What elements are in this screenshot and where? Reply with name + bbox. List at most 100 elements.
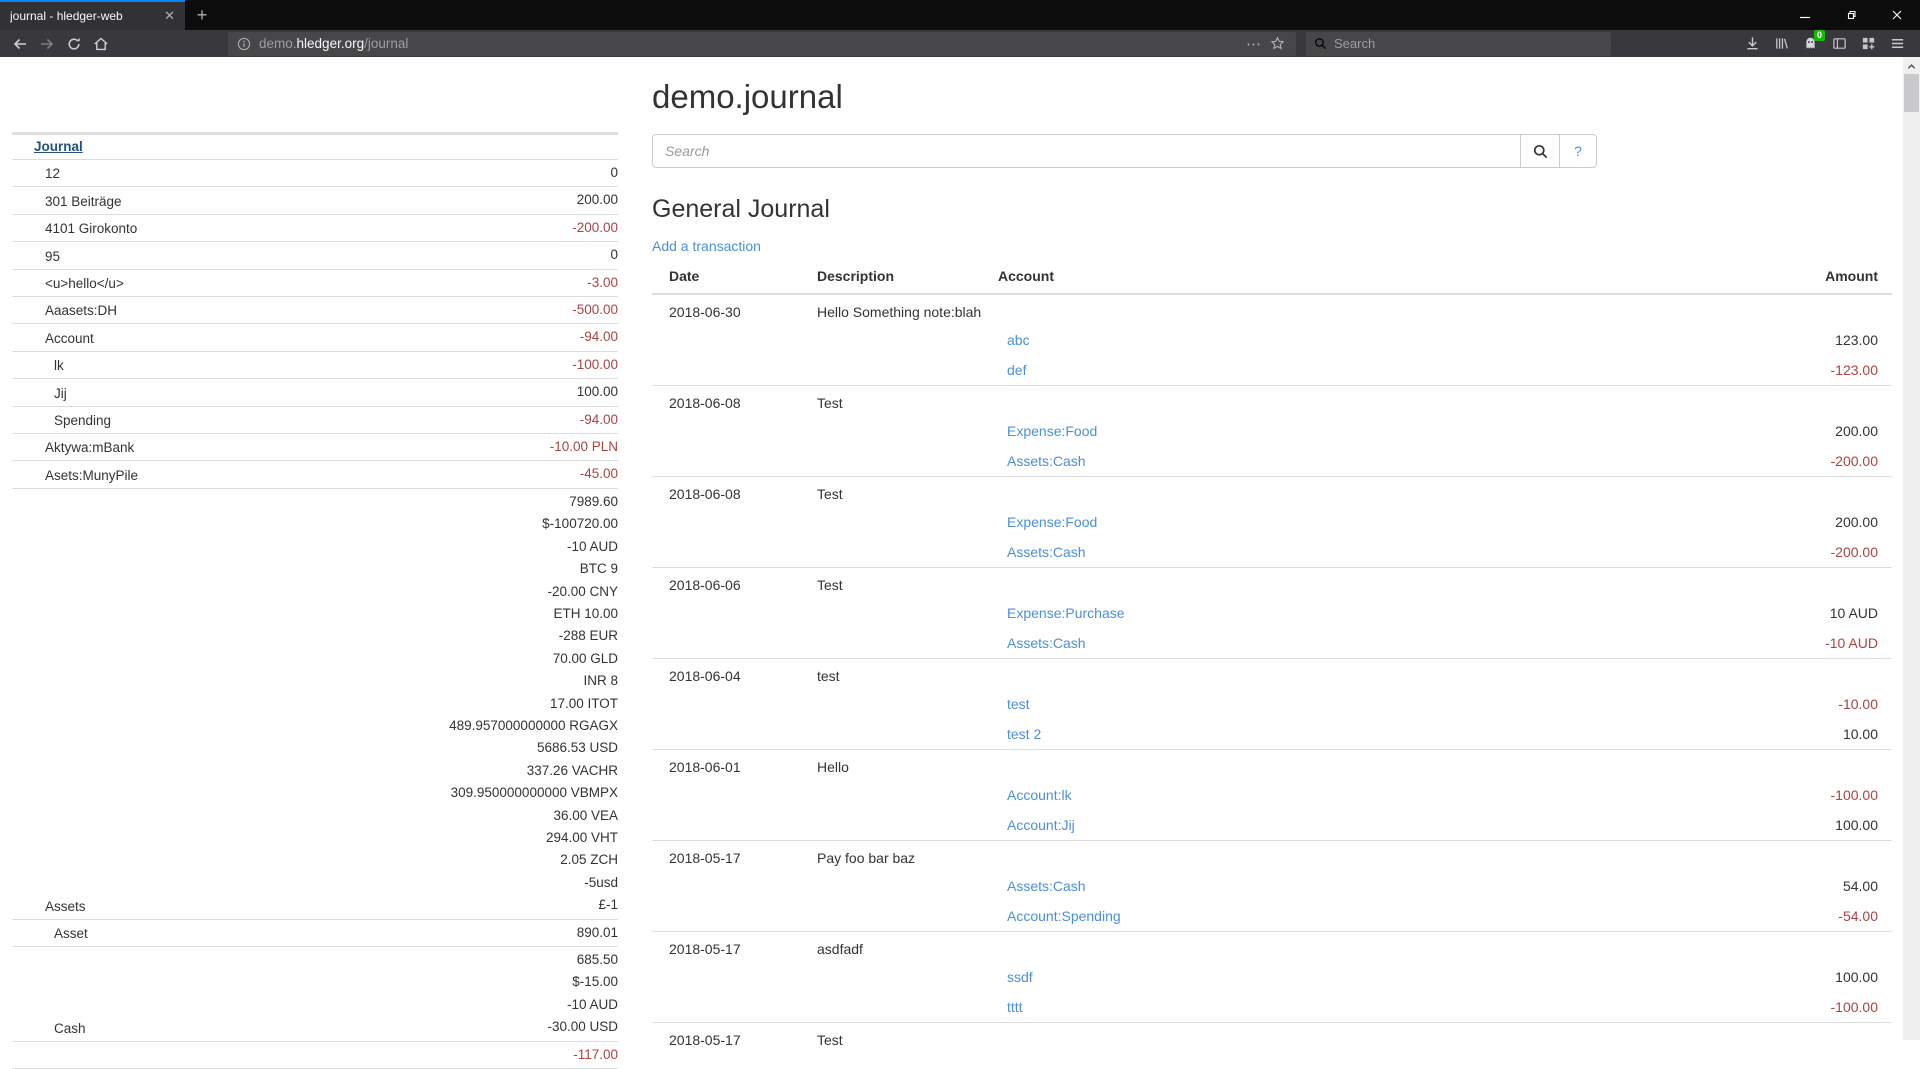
transaction: 2018-05-17asdfadfssdf100.00tttt-100.00 <box>652 932 1892 1023</box>
sidebar-account-balance: -3.00 <box>587 272 618 294</box>
transaction-head-row[interactable]: 2018-06-04test <box>652 659 1892 690</box>
posting-amount: -200.00 <box>1831 453 1878 469</box>
sidebar-account-row: Aktywa:mBank-10.00 PLN <box>12 434 618 461</box>
sidebar-journal-link[interactable]: Journal <box>12 137 83 157</box>
url-bar[interactable]: demo.hledger.org/journal ⋯ <box>228 32 1296 56</box>
browser-toolbar: demo.hledger.org/journal ⋯ Search 0 <box>0 30 1920 57</box>
search-help-button[interactable]: ? <box>1559 134 1597 168</box>
posting-account-link[interactable]: Assets:Cash <box>1007 544 1086 560</box>
sidebar-toggle-button[interactable] <box>1825 32 1854 55</box>
transaction-head-row[interactable]: 2018-05-17Pay foo bar baz <box>652 841 1892 872</box>
sidebar-account-row: 301 Beiträge200.00 <box>12 187 618 214</box>
home-button[interactable] <box>87 32 114 55</box>
balance-amount: 890.01 <box>577 922 618 944</box>
library-button[interactable] <box>1767 32 1796 55</box>
scrollbar-thumb[interactable] <box>1904 74 1919 112</box>
minimize-button[interactable] <box>1782 0 1828 30</box>
new-tab-button[interactable]: + <box>185 0 219 30</box>
transaction-date: 2018-06-08 <box>652 386 817 417</box>
posting-account-link[interactable]: def <box>1007 362 1026 378</box>
browser-tab[interactable]: journal - hledger-web ✕ <box>0 0 185 30</box>
browser-search-bar[interactable]: Search <box>1306 32 1611 56</box>
downloads-button[interactable] <box>1738 32 1767 55</box>
sidebar-account-link[interactable]: Spending <box>12 411 111 431</box>
transaction-description: Test <box>817 1023 998 1054</box>
ghostery-extension-button[interactable]: 0 <box>1796 32 1825 55</box>
sidebar-account-link[interactable]: 301 Beiträge <box>12 192 122 212</box>
forward-button[interactable] <box>33 32 60 55</box>
transaction-head-row[interactable]: 2018-05-17Test <box>652 1023 1892 1054</box>
posting-account-link[interactable]: Account:lk <box>1007 787 1072 803</box>
transaction: 2018-06-30Hello Something note:blahabc12… <box>652 294 1892 386</box>
journal-search-input[interactable] <box>652 134 1521 168</box>
balance-amount: -20.00 CNY <box>449 581 618 603</box>
hamburger-icon <box>1890 36 1905 51</box>
transaction-head-row[interactable]: 2018-06-08Test <box>652 477 1892 508</box>
transaction-head-row[interactable]: 2018-05-17asdfadf <box>652 932 1892 963</box>
reload-button[interactable] <box>60 32 87 55</box>
col-date: Date <box>652 262 817 294</box>
sidebar-account-link[interactable]: Assets <box>12 897 86 917</box>
transaction-head-row[interactable]: 2018-06-08Test <box>652 386 1892 417</box>
tab-close-icon[interactable]: ✕ <box>162 8 177 24</box>
sidebar-account-row: Spending-94.00 <box>12 407 618 434</box>
bookmark-star-icon[interactable] <box>1268 36 1287 51</box>
transaction-head-row[interactable]: 2018-06-06Test <box>652 568 1892 599</box>
browser-tab-bar: journal - hledger-web ✕ + <box>0 0 1920 30</box>
sidebar-account-link[interactable]: 4101 Girokonto <box>12 219 137 239</box>
balance-amount: -94.00 <box>580 326 618 348</box>
toolbar-icons: 0 <box>1738 32 1914 55</box>
sidebar-account-row: lk-100.00 <box>12 352 618 379</box>
sidebar-toggle-icon <box>1832 36 1847 51</box>
posting-account-link[interactable]: Assets:Cash <box>1007 878 1086 894</box>
posting-row: Expense:Food200.00 <box>652 507 1892 537</box>
extensions-grid-button[interactable] <box>1854 32 1883 55</box>
page-actions-icon[interactable]: ⋯ <box>1240 35 1268 53</box>
transaction-head-row[interactable]: 2018-06-01Hello <box>652 750 1892 781</box>
posting-amount: -200.00 <box>1831 544 1878 560</box>
posting-account-link[interactable]: ssdf <box>1007 969 1033 985</box>
sidebar-account-link[interactable]: 95 <box>12 247 60 267</box>
sidebar-account-row: Asset 890.01 <box>12 920 618 947</box>
site-info-icon[interactable] <box>237 37 251 51</box>
sidebar: Journal 120301 Beiträge200.004101 Giroko… <box>12 132 618 1069</box>
sidebar-account-link[interactable]: Jij <box>12 384 67 404</box>
balance-amount: -288 EUR <box>449 625 618 647</box>
sidebar-account-row: 950 <box>12 242 618 269</box>
sidebar-accounts: 120301 Beiträge200.004101 Girokonto-200.… <box>12 160 618 1069</box>
sidebar-account-link[interactable]: Account <box>12 329 94 349</box>
posting-account-link[interactable]: test <box>1007 696 1030 712</box>
restore-button[interactable] <box>1828 0 1874 30</box>
sidebar-account-link[interactable]: Aaasets:DH <box>12 301 117 321</box>
sidebar-account-link[interactable]: 12 <box>12 164 60 184</box>
add-transaction-link[interactable]: Add a transaction <box>652 238 761 254</box>
page-scrollbar[interactable] <box>1903 57 1920 1040</box>
transaction-head-row[interactable]: 2018-06-30Hello Something note:blah <box>652 294 1892 325</box>
posting-account-link[interactable]: Account:Jij <box>1007 817 1075 833</box>
balance-amount: 70.00 GLD <box>449 648 618 670</box>
balance-amount: INR 8 <box>449 670 618 692</box>
sidebar-account-link[interactable]: lk <box>12 356 64 376</box>
posting-account-link[interactable]: Assets:Cash <box>1007 635 1086 651</box>
back-button[interactable] <box>6 32 33 55</box>
posting-account-link[interactable]: Expense:Food <box>1007 514 1097 530</box>
sidebar-account-link[interactable]: Aktywa:mBank <box>12 438 134 458</box>
sidebar-account-link[interactable]: <u>hello</u> <box>12 274 124 294</box>
sidebar-account-link[interactable]: Cash <box>12 1019 86 1039</box>
posting-account-link[interactable]: Account:Spending <box>1007 908 1121 924</box>
posting-account-link[interactable]: abc <box>1007 332 1030 348</box>
col-account: Account <box>998 262 1722 294</box>
sidebar-account-link[interactable]: Asset <box>12 924 88 944</box>
posting-account-link[interactable]: Expense:Purchase <box>1007 605 1125 621</box>
scrollbar-up-icon[interactable] <box>1903 59 1920 73</box>
menu-button[interactable] <box>1883 32 1912 55</box>
posting-account-link[interactable]: tttt <box>1007 999 1023 1015</box>
sidebar-account-link[interactable]: Asets:MunyPile <box>12 466 138 486</box>
balance-amount: $-100720.00 <box>449 513 618 535</box>
close-button[interactable] <box>1874 0 1920 30</box>
posting-account-link[interactable]: test 2 <box>1007 726 1041 742</box>
sidebar-account-row: Account -94.00 <box>12 324 618 351</box>
posting-account-link[interactable]: Expense:Food <box>1007 423 1097 439</box>
journal-search-button[interactable] <box>1520 134 1560 168</box>
posting-account-link[interactable]: Assets:Cash <box>1007 453 1086 469</box>
